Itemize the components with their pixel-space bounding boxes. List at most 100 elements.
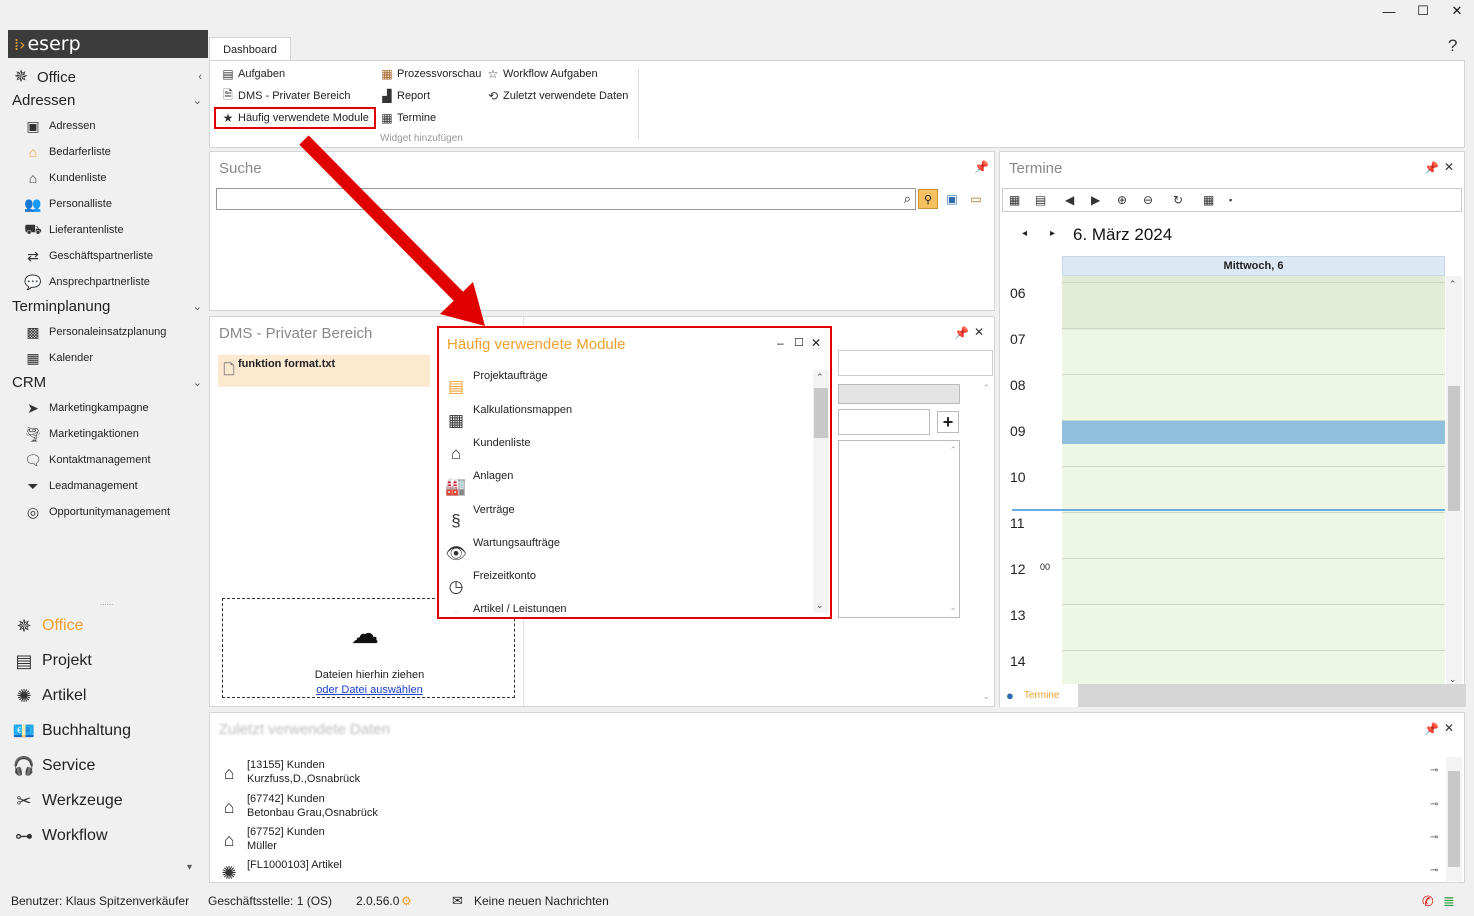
calendar-list-icon[interactable]: ▤ bbox=[1035, 193, 1065, 207]
sidebar-office-header[interactable]: ✵ Office ‹ bbox=[12, 66, 202, 88]
recent-scrollbar[interactable] bbox=[1446, 757, 1462, 881]
tab-termine[interactable]: ● Termine bbox=[1000, 684, 1078, 707]
group-crm[interactable]: CRM ⌄ bbox=[12, 374, 202, 391]
add-haeufig-button[interactable]: ★ Häufig verwendete Module bbox=[214, 107, 376, 129]
module-item[interactable]: 👁 Wartungsaufträge bbox=[445, 537, 560, 567]
add-zuletzt-button[interactable]: ⟲ Zuletzt verwendete Daten bbox=[486, 86, 628, 106]
module-item[interactable]: § Verträge bbox=[445, 504, 514, 534]
recent-item[interactable]: ⌂ [67752] Kunden Müller bbox=[218, 825, 325, 853]
pin-icon[interactable]: 📌 bbox=[1424, 161, 1439, 175]
close-icon[interactable]: ✕ bbox=[1444, 721, 1454, 735]
maximize-icon[interactable]: ☐ bbox=[794, 336, 804, 349]
calendar-month-icon[interactable]: ▦ bbox=[1009, 193, 1035, 207]
sidebar-item-marketingkampagne[interactable]: ➤ Marketingkampagne bbox=[24, 398, 149, 418]
calendar-scrollbar[interactable]: ⌃ ⌄ bbox=[1446, 276, 1462, 688]
maximize-button[interactable]: ☐ bbox=[1406, 0, 1440, 22]
search-filter-button[interactable]: ⚲ bbox=[918, 189, 938, 209]
sidebar-item-opportunitymanagement[interactable]: ◎ Opportunitymanagement bbox=[24, 502, 170, 522]
minimize-icon[interactable]: – bbox=[777, 336, 784, 350]
sidebar-item-marketingaktionen[interactable]: 🌪 Marketingaktionen bbox=[24, 424, 139, 444]
chevron-down-icon[interactable]: ⌄ bbox=[193, 376, 202, 389]
add-prozessvorschau-button[interactable]: ▦ Prozessvorschau bbox=[380, 64, 481, 84]
close-icon[interactable]: ✕ bbox=[974, 325, 984, 339]
add-dms-button[interactable]: 🗎 DMS - Privater Bereich bbox=[221, 86, 350, 106]
add-report-button[interactable]: ▟ Report bbox=[380, 86, 430, 106]
select-file-link[interactable]: oder Datei auswählen bbox=[223, 684, 516, 696]
scroll-down-icon[interactable]: ⌄ bbox=[816, 600, 824, 611]
recent-item[interactable]: ✺ [FL1000103] Artikel bbox=[218, 858, 341, 884]
recent-item[interactable]: ⌂ [67742] Kunden Betonbau Grau,Osnabrück bbox=[218, 792, 378, 820]
sidebar-splitter[interactable]: ...... bbox=[100, 598, 113, 607]
group-terminplanung[interactable]: Terminplanung ⌄ bbox=[12, 298, 202, 315]
date-next-icon[interactable]: ▸ bbox=[1050, 228, 1055, 239]
sidebar-item-bedarferliste[interactable]: ⌂ Bedarferliste bbox=[24, 142, 111, 162]
add-button[interactable]: + bbox=[937, 411, 959, 433]
add-workflow-aufgaben-button[interactable]: ☆ Workflow Aufgaben bbox=[486, 64, 598, 84]
module-service[interactable]: 🎧 Service bbox=[12, 753, 96, 779]
refresh-icon[interactable]: ↻ bbox=[1173, 193, 1203, 207]
dms-right-field[interactable] bbox=[838, 350, 993, 376]
search-chat-button[interactable]: ▭ bbox=[966, 189, 986, 209]
appointment-block[interactable] bbox=[1062, 421, 1445, 444]
sidebar-item-adressen[interactable]: ▣ Adressen bbox=[24, 116, 95, 136]
phone-icon[interactable]: ✆ bbox=[1422, 886, 1434, 916]
pin-icon[interactable]: 📌 bbox=[954, 326, 969, 340]
add-termine-button[interactable]: ▦ Termine bbox=[380, 108, 436, 128]
recent-item[interactable]: ⌂ [13155] Kunden Kurzfuss,D.,Osnabrück bbox=[218, 758, 361, 786]
module-buchhaltung[interactable]: 💶 Buchhaltung bbox=[12, 718, 131, 744]
scroll-up-icon[interactable]: ⌃ bbox=[949, 445, 957, 456]
pin-item-icon[interactable]: ⊸ bbox=[1430, 832, 1438, 843]
calendar-grid[interactable] bbox=[1062, 276, 1445, 688]
popup-scrollbar[interactable]: ⌃ ⌄ bbox=[813, 370, 829, 613]
pin-icon[interactable]: 📌 bbox=[974, 160, 989, 174]
module-item[interactable]: ✺ Artikel / Leistungen bbox=[445, 603, 567, 613]
close-icon[interactable]: ✕ bbox=[1444, 160, 1454, 174]
pin-item-icon[interactable]: ⊸ bbox=[1430, 865, 1438, 876]
module-werkzeuge[interactable]: ✂ Werkzeuge bbox=[12, 788, 122, 814]
chevron-down-icon[interactable]: ⌄ bbox=[193, 300, 202, 313]
sidebar-item-ansprechpartnerliste[interactable]: 💬 Ansprechpartnerliste bbox=[24, 272, 150, 292]
chevron-down-icon[interactable]: ⌄ bbox=[193, 94, 202, 107]
date-prev-icon[interactable]: ◂ bbox=[1022, 228, 1027, 239]
pin-icon[interactable]: 📌 bbox=[1424, 722, 1439, 736]
module-item[interactable]: ▤ Projektaufträge bbox=[445, 370, 548, 400]
sidebar-item-kalender[interactable]: ▦ Kalender bbox=[24, 348, 93, 368]
close-button[interactable]: ✕ bbox=[1440, 0, 1474, 22]
sidebar-item-personaleinsatzplanung[interactable]: ▩ Personaleinsatzplanung bbox=[24, 322, 166, 342]
sidebar-item-geschaeftspartnerliste[interactable]: ⇄ Geschäftspartnerliste bbox=[24, 246, 153, 266]
dms-file-item[interactable]: 🗋 funktion format.txt bbox=[218, 355, 430, 387]
module-artikel[interactable]: ✺ Artikel bbox=[12, 683, 86, 709]
sidebar-item-lieferantenliste[interactable]: ⛟ Lieferantenliste bbox=[24, 220, 123, 240]
close-icon[interactable]: ✕ bbox=[811, 336, 821, 350]
chevron-down-icon[interactable]: ▾ bbox=[187, 862, 192, 873]
module-office[interactable]: ✵ Office bbox=[12, 613, 83, 639]
module-item[interactable]: 🏭 Anlagen bbox=[445, 470, 513, 500]
module-projekt[interactable]: ▤ Projekt bbox=[12, 648, 91, 674]
scroll-down-icon[interactable]: ⌄ bbox=[949, 602, 957, 613]
calendar-small-icon[interactable]: ▪ bbox=[1229, 195, 1249, 205]
tab-dashboard[interactable]: Dashboard bbox=[209, 37, 291, 61]
scroll-up-icon[interactable]: ⌃ bbox=[982, 383, 990, 394]
module-workflow[interactable]: ⊶ Workflow bbox=[12, 823, 108, 849]
search-options-button[interactable]: ▣ bbox=[942, 189, 962, 209]
settings-spark-icon[interactable]: ⚙ bbox=[401, 886, 412, 916]
sidebar-item-personalliste[interactable]: 👥 Personalliste bbox=[24, 194, 112, 214]
sidebar-item-leadmanagement[interactable]: ⏷ Leadmanagement bbox=[24, 476, 137, 496]
scrollbar-thumb[interactable] bbox=[1448, 386, 1460, 511]
scroll-down-icon[interactable]: ⌄ bbox=[982, 691, 990, 702]
search-icon[interactable]: ⌕ bbox=[904, 191, 911, 207]
prev-icon[interactable]: ◀ bbox=[1065, 193, 1091, 207]
database-icon[interactable]: ≣ bbox=[1443, 886, 1455, 916]
pin-item-icon[interactable]: ⊸ bbox=[1430, 799, 1438, 810]
help-button[interactable]: ? bbox=[1448, 36, 1457, 56]
sidebar-item-kontaktmanagement[interactable]: 🗨 Kontaktmanagement bbox=[24, 450, 150, 470]
add-aufgaben-button[interactable]: ▤ Aufgaben bbox=[221, 64, 285, 84]
minimize-button[interactable]: — bbox=[1372, 0, 1406, 22]
scrollbar-thumb[interactable] bbox=[1448, 771, 1460, 867]
mail-icon[interactable]: ✉ bbox=[452, 886, 463, 916]
next-icon[interactable]: ▶ bbox=[1091, 193, 1117, 207]
scrollbar-thumb[interactable] bbox=[814, 388, 828, 438]
sidebar-item-kundenliste[interactable]: ⌂ Kundenliste bbox=[24, 168, 107, 188]
calendar-day-icon[interactable]: ▦ bbox=[1203, 193, 1229, 207]
chevron-left-icon[interactable]: ‹ bbox=[198, 71, 202, 83]
